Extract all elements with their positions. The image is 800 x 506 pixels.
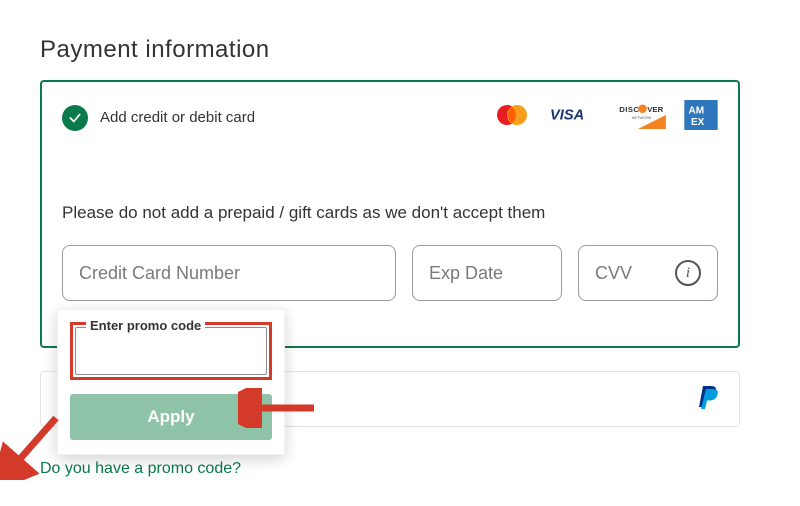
- visa-icon: VISA: [550, 106, 598, 129]
- card-number-placeholder: Credit Card Number: [79, 263, 240, 284]
- promo-popover: Enter promo code Apply: [57, 309, 285, 455]
- apply-button[interactable]: Apply: [70, 394, 272, 440]
- info-icon[interactable]: i: [675, 260, 701, 286]
- svg-text:VER: VER: [647, 105, 663, 114]
- card-option-radio[interactable]: Add credit or debit card: [62, 105, 255, 131]
- svg-text:VISA: VISA: [550, 108, 584, 124]
- promo-field-wrap: Enter promo code: [75, 327, 267, 375]
- promo-code-input[interactable]: [76, 328, 266, 374]
- card-option-header: Add credit or debit card VISA: [62, 100, 718, 135]
- promo-code-link[interactable]: Do you have a promo code?: [40, 460, 241, 478]
- highlight-box: Enter promo code: [70, 322, 272, 380]
- card-option-label: Add credit or debit card: [100, 109, 255, 126]
- card-fields-row: Credit Card Number Exp Date CVV i: [62, 245, 718, 301]
- promo-legend: Enter promo code: [86, 318, 205, 333]
- svg-text:NETWORK: NETWORK: [632, 115, 652, 120]
- mastercard-icon: [492, 102, 532, 133]
- checkmark-icon: [62, 105, 88, 131]
- svg-text:AM: AM: [689, 105, 705, 116]
- card-number-input[interactable]: Credit Card Number: [62, 245, 396, 301]
- page-title: Payment information: [40, 36, 270, 64]
- card-brand-logos: VISA DISC VER NETWORK AM EX: [492, 100, 718, 135]
- discover-icon: DISC VER NETWORK: [616, 101, 666, 134]
- expiry-input[interactable]: Exp Date: [412, 245, 562, 301]
- cvv-placeholder: CVV: [595, 263, 632, 284]
- expiry-placeholder: Exp Date: [429, 263, 503, 284]
- cvv-input[interactable]: CVV i: [578, 245, 718, 301]
- svg-text:EX: EX: [691, 117, 705, 128]
- paypal-icon: [697, 383, 721, 416]
- svg-text:DISC: DISC: [619, 105, 639, 114]
- amex-icon: AM EX: [684, 100, 718, 135]
- credit-card-option-panel[interactable]: Add credit or debit card VISA: [40, 80, 740, 348]
- prepaid-warning-text: Please do not add a prepaid / gift cards…: [62, 203, 718, 223]
